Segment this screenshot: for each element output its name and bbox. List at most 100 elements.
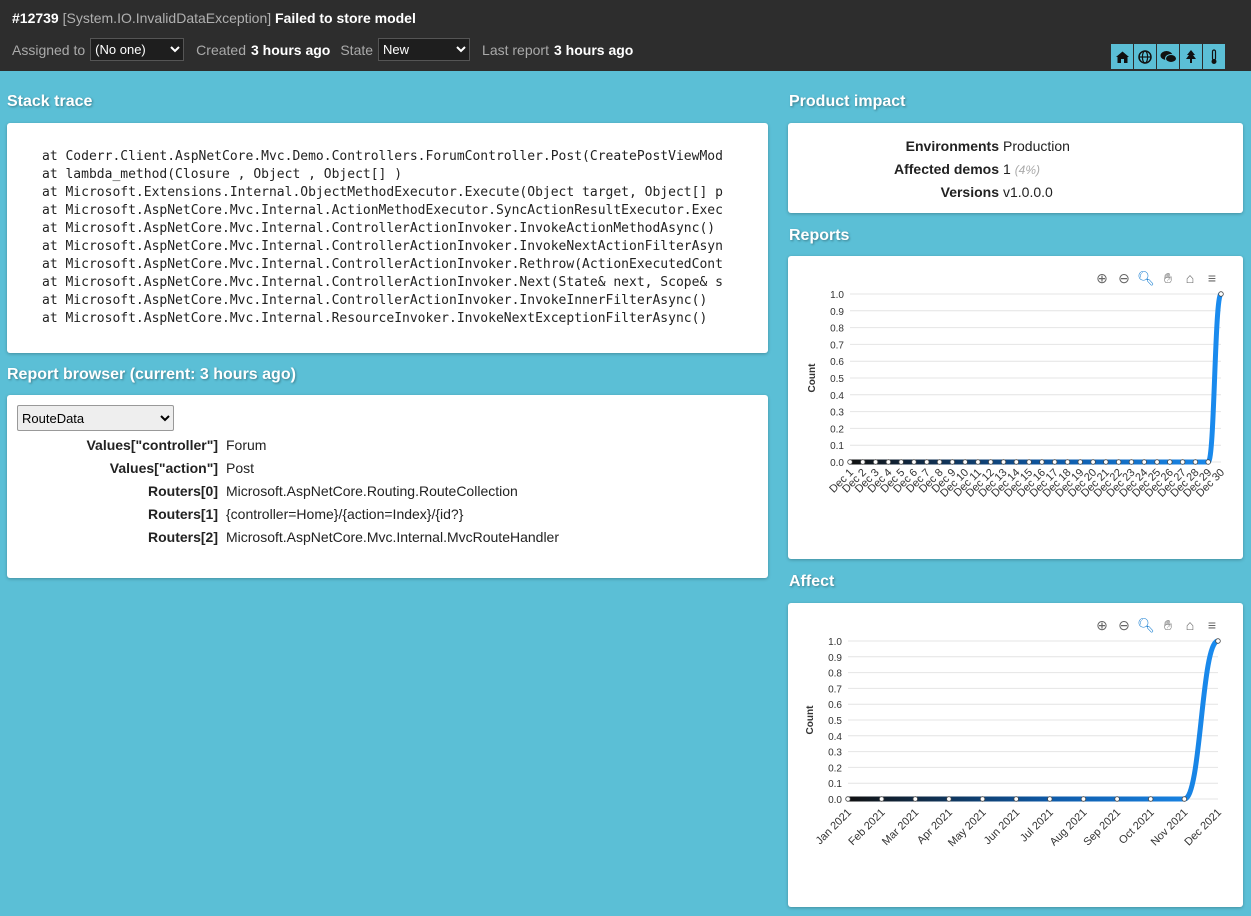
y-tick-label: 0.1 bbox=[828, 779, 842, 790]
stack-trace-panel: at Coderr.Client.AspNetCore.Mvc.Demo.Con… bbox=[7, 123, 768, 353]
data-point[interactable] bbox=[1064, 459, 1071, 465]
report-value: {controller=Home}/{action=Index}/{id?} bbox=[226, 506, 464, 522]
data-point[interactable] bbox=[885, 459, 892, 465]
data-point[interactable] bbox=[1218, 291, 1224, 297]
data-point[interactable] bbox=[1205, 459, 1211, 465]
assigned-select[interactable]: (No one) bbox=[90, 38, 185, 61]
data-point[interactable] bbox=[975, 459, 981, 465]
context-icon-bar bbox=[1110, 44, 1225, 69]
thermometer-icon[interactable] bbox=[1203, 44, 1225, 69]
created-label: Created bbox=[196, 41, 246, 58]
data-point[interactable] bbox=[1181, 796, 1188, 802]
report-value: Post bbox=[226, 460, 255, 476]
globe-icon[interactable] bbox=[1134, 44, 1156, 69]
data-point[interactable] bbox=[1080, 796, 1087, 802]
stack-line: at Microsoft.Extensions.Internal.ObjectM… bbox=[42, 185, 723, 200]
y-axis-label: Count bbox=[807, 363, 818, 393]
data-point[interactable] bbox=[847, 459, 853, 465]
stack-line: at Microsoft.AspNetCore.Mvc.Internal.Con… bbox=[42, 239, 723, 254]
report-value: Microsoft.AspNetCore.Mvc.Internal.MvcRou… bbox=[226, 529, 560, 545]
y-tick-label: 0.4 bbox=[830, 391, 844, 402]
data-point[interactable] bbox=[912, 796, 918, 802]
data-point[interactable] bbox=[1090, 459, 1096, 465]
y-tick-label: 0.1 bbox=[830, 441, 844, 452]
state-label: State bbox=[340, 41, 374, 58]
data-point[interactable] bbox=[1148, 796, 1154, 802]
x-tick-label: Mar 2021 bbox=[880, 807, 921, 848]
data-point[interactable] bbox=[1114, 796, 1120, 802]
data-point[interactable] bbox=[845, 796, 851, 802]
data-point[interactable] bbox=[1039, 459, 1045, 465]
environments-value: Production bbox=[1003, 138, 1070, 154]
y-tick-label: 0.8 bbox=[828, 669, 842, 680]
data-point[interactable] bbox=[962, 459, 968, 465]
data-point[interactable] bbox=[936, 459, 943, 465]
data-point[interactable] bbox=[1013, 459, 1020, 465]
report-row: Values["action"] Post bbox=[7, 458, 768, 481]
assigned-label: Assigned to bbox=[12, 41, 86, 58]
report-browser-panel: RouteData Values["controller"] Forum Val… bbox=[7, 395, 768, 578]
issue-title: #12739 [System.IO.InvalidDataException] … bbox=[12, 10, 416, 26]
issue-meta: Assigned to (No one) Created 3 hours ago… bbox=[12, 38, 643, 61]
data-point[interactable] bbox=[1047, 796, 1053, 802]
data-point[interactable] bbox=[1154, 459, 1160, 465]
data-point[interactable] bbox=[898, 459, 904, 465]
data-point[interactable] bbox=[1141, 459, 1147, 465]
report-section-select[interactable]: RouteData bbox=[17, 405, 174, 431]
data-point[interactable] bbox=[1167, 459, 1173, 465]
y-axis-label: Count bbox=[805, 705, 816, 735]
y-tick-label: 1.0 bbox=[830, 290, 844, 301]
y-tick-label: 0.2 bbox=[830, 424, 844, 435]
data-point[interactable] bbox=[1051, 459, 1058, 465]
y-tick-label: 0.0 bbox=[828, 795, 842, 806]
data-point[interactable] bbox=[988, 459, 994, 465]
stack-trace-title: Stack trace bbox=[7, 93, 93, 110]
x-tick-label: Jun 2021 bbox=[982, 807, 1022, 847]
y-tick-label: 0.6 bbox=[828, 700, 842, 711]
y-tick-label: 0.0 bbox=[830, 458, 844, 469]
issue-id: #12739 bbox=[12, 10, 59, 26]
issue-header: #12739 [System.IO.InvalidDataException] … bbox=[0, 0, 1251, 71]
data-point[interactable] bbox=[860, 459, 866, 465]
data-point[interactable] bbox=[1013, 796, 1019, 802]
data-point[interactable] bbox=[872, 459, 879, 465]
y-tick-label: 0.9 bbox=[828, 653, 842, 664]
state-select[interactable]: New bbox=[378, 38, 471, 61]
environments-row: Environments Production bbox=[788, 136, 1243, 159]
last-report-label: Last report bbox=[482, 41, 549, 58]
stack-line: at Microsoft.AspNetCore.Mvc.Internal.Con… bbox=[42, 257, 723, 272]
data-point[interactable] bbox=[979, 796, 986, 802]
data-point[interactable] bbox=[1128, 459, 1135, 465]
stack-line: at Microsoft.AspNetCore.Mvc.Internal.Con… bbox=[42, 275, 723, 290]
data-point[interactable] bbox=[1115, 459, 1122, 465]
data-point[interactable] bbox=[946, 796, 952, 802]
stack-line: at Microsoft.AspNetCore.Mvc.Internal.Act… bbox=[42, 203, 723, 218]
report-row: Routers[2] Microsoft.AspNetCore.Mvc.Inte… bbox=[7, 527, 768, 550]
data-point[interactable] bbox=[1077, 459, 1083, 465]
reports-title: Reports bbox=[789, 227, 850, 244]
report-key: Routers[0] bbox=[147, 483, 218, 499]
tree-icon[interactable] bbox=[1180, 44, 1202, 69]
home-icon[interactable] bbox=[1111, 44, 1133, 69]
comments-icon[interactable] bbox=[1157, 44, 1179, 69]
report-row: Values["controller"] Forum bbox=[7, 435, 768, 458]
data-point[interactable] bbox=[1215, 638, 1221, 644]
data-point[interactable] bbox=[949, 459, 956, 465]
data-point[interactable] bbox=[1026, 459, 1032, 465]
issue-message: Failed to store model bbox=[275, 10, 416, 26]
data-point[interactable] bbox=[924, 459, 930, 465]
report-values: Values["controller"] Forum Values["actio… bbox=[7, 435, 768, 550]
report-value: Microsoft.AspNetCore.Routing.RouteCollec… bbox=[226, 483, 518, 499]
last-report-value: 3 hours ago bbox=[553, 41, 634, 58]
affect-chart: 1.00.90.80.70.60.50.40.30.20.10.0CountJa… bbox=[805, 637, 1224, 849]
data-point[interactable] bbox=[1179, 459, 1186, 465]
y-tick-label: 0.2 bbox=[828, 763, 842, 774]
data-point[interactable] bbox=[1103, 459, 1109, 465]
data-point[interactable] bbox=[911, 459, 917, 465]
reports-chart: 1.00.90.80.70.60.50.40.30.20.10.0CountDe… bbox=[807, 290, 1227, 500]
data-point[interactable] bbox=[878, 796, 885, 802]
data-point[interactable] bbox=[1000, 459, 1007, 465]
product-impact-title: Product impact bbox=[789, 93, 906, 110]
data-point[interactable] bbox=[1192, 459, 1199, 465]
stack-line: at Microsoft.AspNetCore.Mvc.Internal.Con… bbox=[42, 293, 708, 308]
